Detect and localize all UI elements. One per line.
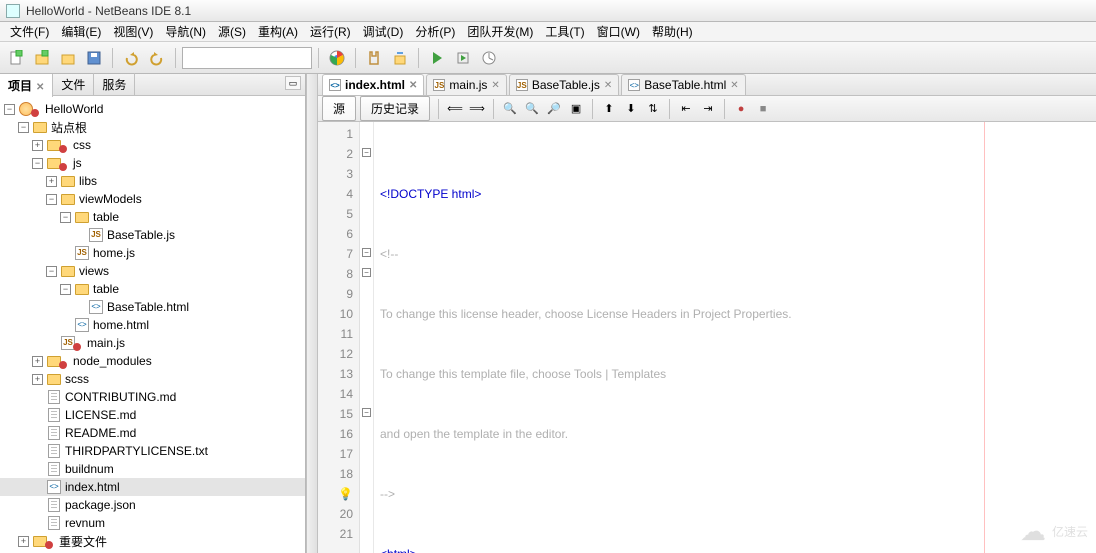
menu-run[interactable]: 运行(R) (304, 21, 357, 42)
toggle-bm-icon[interactable]: ⇅ (643, 99, 663, 119)
tree-node-siteroot[interactable]: −站点根 (0, 118, 305, 136)
tree-node-v-home[interactable]: <>home.html (0, 316, 305, 334)
close-icon[interactable]: ✕ (36, 82, 44, 93)
new-project-button[interactable] (30, 46, 54, 70)
tree-node-revnum[interactable]: revnum (0, 514, 305, 532)
chrome-icon[interactable] (325, 46, 349, 70)
tree-node-contributing[interactable]: CONTRIBUTING.md (0, 388, 305, 406)
line-gutter: 123456789101112131415161718💡2021 (318, 122, 360, 553)
menu-team[interactable]: 团队开发(M) (461, 21, 539, 42)
clean-build-button[interactable] (388, 46, 412, 70)
tree-node-vm-table[interactable]: −table (0, 208, 305, 226)
debug-button[interactable] (451, 46, 475, 70)
macro-stop-icon[interactable]: ■ (753, 99, 773, 119)
build-button[interactable] (362, 46, 386, 70)
shift-right-icon[interactable]: ⇥ (698, 99, 718, 119)
code-area[interactable]: <!DOCTYPE html> <!-- To change this lice… (374, 122, 1096, 553)
watermark: ☁亿速云 (1020, 516, 1088, 547)
nav-back-icon[interactable]: ⟸ (445, 99, 465, 119)
find-next-icon[interactable]: 🔎 (544, 99, 564, 119)
open-project-button[interactable] (56, 46, 80, 70)
menu-edit[interactable]: 编辑(E) (55, 21, 107, 42)
menu-profile[interactable]: 分析(P) (409, 21, 461, 42)
macro-rec-icon[interactable]: ● (731, 99, 751, 119)
tree-node-v-basetable[interactable]: <>BaseTable.html (0, 298, 305, 316)
window-titlebar: HelloWorld - NetBeans IDE 8.1 (0, 0, 1096, 22)
menu-tools[interactable]: 工具(T) (539, 21, 590, 42)
editor-area: <>index.html✕ JSmain.js✕ JSBaseTable.js✕… (318, 74, 1096, 553)
close-icon[interactable]: ✕ (409, 80, 417, 91)
tree-node-scss[interactable]: +scss (0, 370, 305, 388)
save-all-button[interactable] (82, 46, 106, 70)
editor-tab-basetablehtml[interactable]: <>BaseTable.html✕ (621, 74, 745, 95)
editor-body[interactable]: 123456789101112131415161718💡2021 −−−− <!… (318, 122, 1096, 553)
redo-button[interactable] (145, 46, 169, 70)
source-view-button[interactable]: 源 (322, 96, 356, 121)
tree-node-vm-basetable[interactable]: JSBaseTable.js (0, 226, 305, 244)
menu-bar: 文件(F) 编辑(E) 视图(V) 导航(N) 源(S) 重构(A) 运行(R)… (0, 22, 1096, 42)
project-tree[interactable]: −HelloWorld −站点根 +css −js +libs −viewMod… (0, 96, 305, 553)
config-combo[interactable] (182, 47, 312, 69)
window-title: HelloWorld - NetBeans IDE 8.1 (26, 4, 191, 18)
projects-sidebar: 项目✕ 文件 服务 ▭ −HelloWorld −站点根 +css −js +l… (0, 74, 306, 553)
profile-button[interactable] (477, 46, 501, 70)
tree-node-css[interactable]: +css (0, 136, 305, 154)
tree-node-libs[interactable]: +libs (0, 172, 305, 190)
main-toolbar (0, 42, 1096, 74)
menu-source[interactable]: 源(S) (212, 21, 252, 42)
minimize-button[interactable]: ▭ (285, 76, 301, 90)
close-icon[interactable]: ✕ (604, 80, 612, 91)
editor-tabs: <>index.html✕ JSmain.js✕ JSBaseTable.js✕… (318, 74, 1096, 96)
find-prev-icon[interactable]: 🔍 (522, 99, 542, 119)
tree-node-nodemodules[interactable]: +node_modules (0, 352, 305, 370)
tree-node-readme[interactable]: README.md (0, 424, 305, 442)
run-button[interactable] (425, 46, 449, 70)
tree-node-v-table[interactable]: −table (0, 280, 305, 298)
tree-node-vm-home[interactable]: JShome.js (0, 244, 305, 262)
find-sel-icon[interactable]: 🔍 (500, 99, 520, 119)
editor-tab-mainjs[interactable]: JSmain.js✕ (426, 74, 506, 95)
fold-column[interactable]: −−−− (360, 122, 374, 553)
app-icon (6, 4, 20, 18)
editor-tab-index[interactable]: <>index.html✕ (322, 74, 424, 95)
menu-view[interactable]: 视图(V) (107, 21, 159, 42)
tree-node-mainjs[interactable]: JSmain.js (0, 334, 305, 352)
main-area: 项目✕ 文件 服务 ▭ −HelloWorld −站点根 +css −js +l… (0, 74, 1096, 553)
sidebar-tabs: 项目✕ 文件 服务 ▭ (0, 74, 305, 96)
sidebar-tab-projects[interactable]: 项目✕ (0, 74, 53, 97)
menu-navigate[interactable]: 导航(N) (159, 21, 212, 42)
tree-node-buildnum[interactable]: buildnum (0, 460, 305, 478)
close-icon[interactable]: ✕ (491, 80, 499, 91)
shift-left-icon[interactable]: ⇤ (676, 99, 696, 119)
toggle-hl-icon[interactable]: ▣ (566, 99, 586, 119)
tree-node-views[interactable]: −views (0, 262, 305, 280)
editor-tab-basetablejs[interactable]: JSBaseTable.js✕ (509, 74, 619, 95)
sidebar-tab-files[interactable]: 文件 (53, 73, 94, 96)
sidebar-tab-services[interactable]: 服务 (94, 73, 135, 96)
menu-window[interactable]: 窗口(W) (591, 21, 646, 42)
tree-node-viewmodels[interactable]: −viewModels (0, 190, 305, 208)
new-file-button[interactable] (4, 46, 28, 70)
prev-bm-icon[interactable]: ⬆ (599, 99, 619, 119)
tree-node-thirdparty[interactable]: THIRDPARTYLICENSE.txt (0, 442, 305, 460)
next-bm-icon[interactable]: ⬇ (621, 99, 641, 119)
tree-node-package[interactable]: package.json (0, 496, 305, 514)
tree-node-js[interactable]: −js (0, 154, 305, 172)
undo-button[interactable] (119, 46, 143, 70)
close-icon[interactable]: ✕ (730, 80, 738, 91)
menu-help[interactable]: 帮助(H) (646, 21, 699, 42)
tree-node-project[interactable]: −HelloWorld (0, 100, 305, 118)
editor-toolbar: 源 历史记录 ⟸ ⟹ 🔍 🔍 🔎 ▣ ⬆ ⬇ ⇅ ⇤ ⇥ ● ■ (318, 96, 1096, 122)
history-view-button[interactable]: 历史记录 (360, 96, 430, 121)
tree-node-license[interactable]: LICENSE.md (0, 406, 305, 424)
menu-file[interactable]: 文件(F) (4, 21, 55, 42)
tree-node-important[interactable]: +重要文件 (0, 532, 305, 550)
menu-debug[interactable]: 调试(D) (357, 21, 410, 42)
menu-refactor[interactable]: 重构(A) (252, 21, 304, 42)
split-handle[interactable] (306, 74, 318, 553)
nav-fwd-icon[interactable]: ⟹ (467, 99, 487, 119)
tree-node-index[interactable]: <>index.html (0, 478, 305, 496)
